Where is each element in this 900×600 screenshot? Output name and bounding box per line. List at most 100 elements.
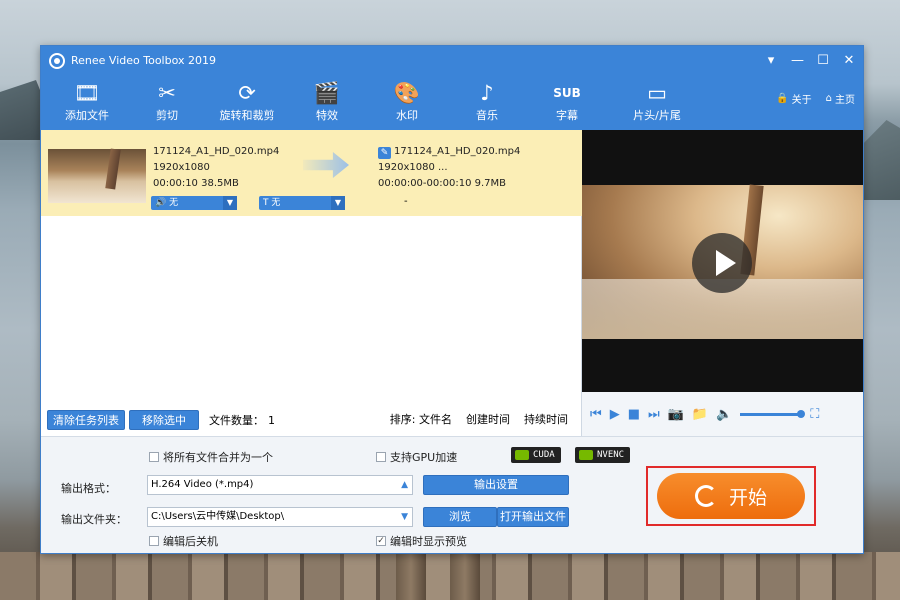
lock-icon: 🔒	[776, 93, 789, 104]
volume-knob[interactable]	[797, 409, 806, 418]
preview-label: 编辑时显示预览	[390, 535, 467, 548]
video-thumbnail[interactable]	[48, 148, 146, 203]
edit-icon[interactable]: ✎	[378, 147, 391, 159]
open-output-folder-button[interactable]: 打开输出文件	[497, 507, 569, 527]
toolbar-label: 旋转和裁剪	[219, 109, 275, 122]
audio-track-value: 无	[169, 198, 179, 208]
gpu-label: 支持GPU加速	[390, 451, 458, 464]
play-icon[interactable]: ▶	[610, 407, 620, 422]
output-format-select[interactable]: H.264 Video (*.mp4) ▲	[147, 475, 413, 495]
play-overlay-button[interactable]	[692, 233, 752, 293]
home-button[interactable]: ⌂ 主页	[826, 91, 855, 106]
toolbar-label: 字幕	[556, 109, 578, 122]
start-label: 开始	[728, 486, 767, 509]
toolbar-effects[interactable]: 🎬 特效	[287, 75, 367, 123]
remove-selected-button[interactable]: 移除选中	[129, 410, 199, 430]
about-label: 关于	[791, 95, 812, 106]
file-count: 1	[268, 413, 275, 427]
preview-checkbox[interactable]: ✓ 编辑时显示预览	[376, 533, 467, 549]
convert-arrow-icon	[303, 152, 349, 178]
toolbar-music[interactable]: ♪ 音乐	[447, 75, 527, 123]
toolbar-label: 剪切	[156, 109, 178, 122]
start-button[interactable]: 开始	[657, 473, 805, 519]
toolbar-cut[interactable]: ✂ 剪切	[127, 75, 207, 123]
chevron-up-icon: ▲	[401, 480, 408, 490]
source-resolution: 1920x1080	[153, 162, 210, 173]
file-row[interactable]: 171124_A1_HD_020.mp4 1920x1080 00:00:10 …	[41, 130, 582, 216]
volume-slider[interactable]	[740, 409, 806, 418]
output-info: ✎ 171124_A1_HD_020.mp4 1920x1080 ... 00:0…	[378, 144, 520, 192]
rotate-crop-icon: ⟳	[238, 81, 256, 105]
output-format-value: H.264 Video (*.mp4)	[151, 479, 254, 490]
output-resolution: 1920x1080 ...	[378, 162, 448, 173]
output-folder-select[interactable]: C:\Users\云中传媒\Desktop\ ▼	[147, 507, 413, 527]
maximize-icon[interactable]: ☐	[817, 53, 829, 68]
preview-frame[interactable]	[582, 184, 863, 339]
toolbar-label: 片头/片尾	[633, 109, 681, 122]
window-controls: ▾ — ☐ ✕	[765, 46, 855, 75]
add-file-icon: 🎞	[73, 81, 101, 105]
shutdown-label: 编辑后关机	[163, 535, 218, 548]
shutdown-checkbox[interactable]: 编辑后关机	[149, 533, 218, 549]
toolbar-label: 特效	[316, 109, 338, 122]
title-bar: Renee Video Toolbox 2019 ▾ — ☐ ✕	[41, 46, 863, 75]
window-title: Renee Video Toolbox 2019	[71, 54, 216, 67]
file-list: 171124_A1_HD_020.mp4 1920x1080 00:00:10 …	[41, 130, 582, 436]
folder-icon[interactable]: 📁	[692, 407, 708, 422]
browse-button[interactable]: 浏览	[423, 507, 497, 527]
audio-track-select[interactable]: 🔊 无 ▼	[151, 196, 237, 210]
stop-icon[interactable]: ■	[628, 407, 640, 422]
skip-forward-icon[interactable]: ⏭	[648, 407, 660, 422]
player-controls: ⏮ ▶ ■ ⏭ 📷 📁 🔈 ⛶	[582, 392, 863, 436]
toolbar-watermark[interactable]: 🎨 水印	[367, 75, 447, 123]
gpu-checkbox-box[interactable]	[376, 452, 386, 462]
music-icon: ♪	[480, 81, 494, 105]
volume-icon[interactable]: 🔈	[716, 407, 732, 422]
toolbar-subtitle[interactable]: SUB 字幕	[527, 75, 607, 123]
clear-list-button[interactable]: 清除任务列表	[47, 410, 125, 430]
chevron-down-icon: ▼	[223, 196, 237, 210]
home-label: 主页	[835, 95, 855, 106]
subtitle-select[interactable]: T 无 ▼	[259, 196, 345, 210]
output-format-label: 输出格式：	[61, 482, 116, 495]
preview-checkbox-box[interactable]: ✓	[376, 536, 386, 546]
output-folder-value: C:\Users\云中传媒\Desktop\	[151, 511, 285, 522]
gpu-checkbox[interactable]: 支持GPU加速	[376, 449, 457, 465]
fullscreen-icon[interactable]: ⛶	[810, 407, 819, 422]
refresh-icon	[694, 485, 717, 507]
about-button[interactable]: 🔒 关于	[776, 91, 811, 106]
app-logo-icon	[49, 52, 65, 69]
toolbar-label: 添加文件	[65, 109, 109, 122]
output-settings-button[interactable]: 输出设置	[423, 475, 569, 495]
sort-by-created[interactable]: 创建时间	[466, 411, 510, 427]
effects-icon: 🎬	[313, 81, 341, 105]
cuda-badge: CUDA	[511, 447, 561, 463]
speaker-icon: 🔊	[155, 198, 170, 208]
output-filename: 171124_A1_HD_020.mp4	[394, 146, 521, 157]
scissors-icon: ✂	[158, 81, 176, 105]
sort-label: 排序:	[389, 413, 416, 426]
subtitle-icon: SUB	[553, 86, 581, 100]
merge-checkbox[interactable]: 将所有文件合并为一个	[149, 449, 273, 465]
toolbar-rotate-crop[interactable]: ⟳ 旋转和裁剪	[207, 75, 287, 123]
menu-dropdown-icon[interactable]: ▾	[765, 53, 777, 68]
close-icon[interactable]: ✕	[843, 53, 855, 68]
skip-back-icon[interactable]: ⏮	[590, 407, 602, 422]
toolbar-add-file[interactable]: 🎞 添加文件	[47, 75, 127, 123]
thumbnail-figure	[105, 148, 121, 190]
chevron-down-icon: ▼	[401, 512, 408, 522]
camera-icon[interactable]: 📷	[668, 407, 684, 422]
toolbar-intro-outro[interactable]: ▭ 片头/片尾	[607, 75, 707, 123]
video-preview: ⏮ ▶ ■ ⏭ 📷 📁 🔈 ⛶	[582, 130, 863, 436]
sort-by-filename[interactable]: 排序: 文件名	[390, 411, 452, 427]
sort-by-duration[interactable]: 持续时间	[524, 411, 568, 427]
merge-checkbox-box[interactable]	[149, 452, 159, 462]
home-icon: ⌂	[825, 93, 832, 104]
nvenc-badge: NVENC	[575, 447, 631, 463]
output-folder-label: 输出文件夹：	[61, 513, 127, 526]
minimize-icon[interactable]: —	[791, 53, 804, 68]
intro-outro-icon: ▭	[647, 81, 667, 105]
shutdown-checkbox-box[interactable]	[149, 536, 159, 546]
chevron-down-icon: ▼	[331, 196, 345, 210]
source-filename: 171124_A1_HD_020.mp4	[153, 146, 280, 157]
